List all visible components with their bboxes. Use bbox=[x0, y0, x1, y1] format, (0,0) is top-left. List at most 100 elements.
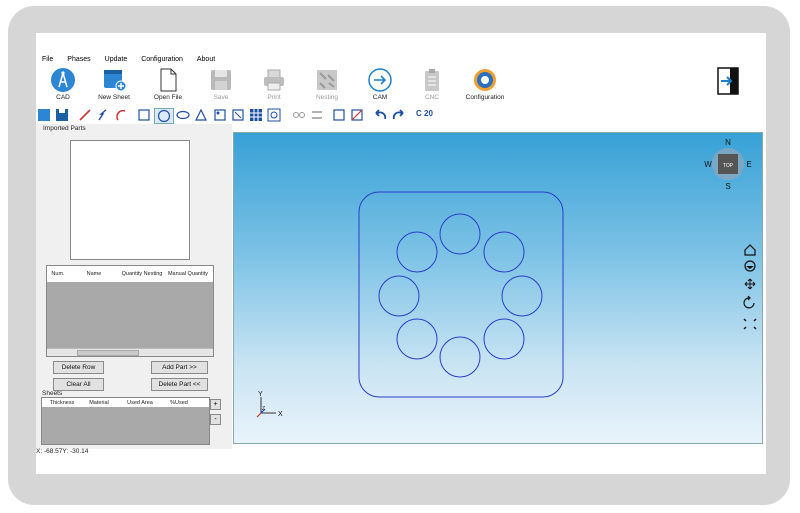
rotate-icon[interactable] bbox=[743, 295, 755, 309]
floppy-icon bbox=[208, 67, 234, 93]
compass-east[interactable]: E bbox=[746, 160, 751, 169]
col-quantity-nesting: Quantity Nesting bbox=[121, 271, 163, 277]
new-sheet-icon bbox=[101, 67, 127, 93]
axis-z-label: Z bbox=[262, 406, 265, 412]
undo-icon[interactable] bbox=[373, 108, 387, 122]
status-bar: X: -68.57Y: -30.14 bbox=[36, 445, 766, 457]
look-eye-icon[interactable] bbox=[744, 260, 756, 272]
print-button[interactable]: Print bbox=[249, 67, 299, 105]
circle-pattern-icon[interactable] bbox=[267, 108, 281, 122]
parts-horizontal-scrollbar[interactable] bbox=[47, 348, 213, 356]
polyline-tool-icon[interactable] bbox=[96, 108, 110, 122]
save-drawing-icon[interactable] bbox=[55, 108, 69, 122]
new-sheet-button[interactable]: New Sheet bbox=[89, 67, 139, 105]
rect-corner-tool-icon[interactable] bbox=[213, 108, 227, 122]
print-label: Print bbox=[267, 94, 281, 101]
compass-south[interactable]: S bbox=[725, 182, 730, 191]
hole-circle bbox=[378, 275, 420, 317]
join-icon[interactable] bbox=[292, 108, 306, 122]
grid-pattern-icon[interactable] bbox=[249, 108, 263, 122]
nesting-button[interactable]: Nesting bbox=[302, 67, 352, 105]
printer-icon bbox=[261, 67, 287, 93]
sheets-label: Sheets bbox=[42, 390, 63, 397]
cad-button[interactable]: CAD bbox=[38, 67, 88, 105]
delete-part-button[interactable]: Delete Part << bbox=[151, 378, 208, 391]
gear-icon bbox=[472, 67, 498, 93]
rect-diagonal-tool-icon[interactable] bbox=[231, 108, 245, 122]
file-icon bbox=[155, 67, 181, 93]
hole-circle bbox=[439, 336, 481, 378]
arrow-right-circle-icon bbox=[367, 67, 393, 93]
open-file-button[interactable]: Open File bbox=[143, 67, 193, 105]
drawing-canvas[interactable]: TOP N S E W Y X Z bbox=[234, 133, 762, 443]
scroll-thumb[interactable] bbox=[77, 350, 139, 356]
parts-table[interactable]: Num. Name Quantity Nesting Manual Quanti… bbox=[46, 265, 214, 357]
parts-table-header: Num. Name Quantity Nesting Manual Quanti… bbox=[47, 266, 213, 282]
nesting-icon bbox=[314, 67, 340, 93]
menu-file[interactable]: File bbox=[42, 56, 53, 63]
cad-viewport[interactable]: TOP N S E W Y X Z bbox=[233, 132, 763, 444]
compass-icon bbox=[50, 67, 76, 93]
cursor-coordinates: X: -68.57Y: -30.14 bbox=[36, 447, 89, 455]
axis-y-label: Y bbox=[258, 391, 263, 398]
pan-icon[interactable] bbox=[744, 278, 756, 290]
hole-circle bbox=[483, 318, 525, 360]
compass-west[interactable]: W bbox=[704, 160, 712, 169]
col-thickness: Thickness bbox=[49, 399, 75, 406]
col-material: Material bbox=[89, 399, 109, 406]
menu-bar: File Phases Update Configuration About bbox=[36, 53, 766, 65]
col-used-percent: %Used bbox=[170, 399, 188, 406]
save-label: Save bbox=[213, 94, 229, 101]
new-drawing-icon[interactable] bbox=[37, 108, 51, 122]
trim-icon[interactable] bbox=[350, 108, 364, 122]
add-sheet-button[interactable]: + bbox=[210, 399, 221, 410]
save-button[interactable]: Save bbox=[196, 67, 246, 105]
configuration-label: Configuration bbox=[465, 94, 505, 101]
col-name: Name bbox=[86, 271, 102, 277]
new-sheet-label: New Sheet bbox=[98, 94, 130, 101]
col-used-area: Used Area bbox=[127, 399, 153, 406]
hole-circle bbox=[483, 231, 525, 273]
fit-view-icon[interactable] bbox=[743, 318, 757, 330]
menu-configuration[interactable]: Configuration bbox=[141, 56, 183, 63]
add-part-button[interactable]: Add Part >> bbox=[151, 361, 208, 374]
exit-button[interactable] bbox=[716, 67, 740, 95]
circle-tool-icon[interactable] bbox=[154, 108, 174, 124]
cam-button[interactable]: CAM bbox=[355, 67, 405, 105]
left-panel: Imported Parts Num. Name Quantity Nestin… bbox=[36, 124, 232, 449]
hole-circle bbox=[396, 231, 438, 273]
hole-circle bbox=[501, 275, 543, 317]
app-window: File Phases Update Configuration About C… bbox=[36, 33, 766, 474]
menu-phases[interactable]: Phases bbox=[67, 56, 90, 63]
compass-north[interactable]: N bbox=[725, 138, 731, 147]
axis-x-label: X bbox=[278, 411, 283, 418]
sheets-table[interactable]: Thickness Material Used Area %Used bbox=[41, 397, 210, 445]
hole-circle bbox=[396, 318, 438, 360]
drawing-toolbar: C 20 bbox=[36, 106, 766, 124]
col-num: Num. bbox=[51, 271, 65, 277]
hole-circle bbox=[439, 213, 481, 255]
menu-update[interactable]: Update bbox=[105, 56, 128, 63]
clipboard-icon bbox=[419, 67, 445, 93]
axis-triad bbox=[256, 397, 276, 418]
select-rect-icon[interactable] bbox=[332, 108, 346, 122]
redo-icon[interactable] bbox=[392, 108, 406, 122]
split-icon[interactable] bbox=[310, 108, 324, 122]
imported-parts-label: Imported Parts bbox=[43, 125, 86, 132]
part-preview bbox=[70, 140, 190, 260]
delete-row-button[interactable]: Delete Row bbox=[53, 361, 104, 374]
cnc-button[interactable]: CNC bbox=[407, 67, 457, 105]
sheets-table-header: Thickness Material Used Area %Used bbox=[42, 398, 209, 407]
line-tool-icon[interactable] bbox=[78, 108, 92, 122]
home-view-icon[interactable] bbox=[744, 244, 756, 256]
triangle-tool-icon[interactable] bbox=[194, 108, 208, 122]
menu-about[interactable]: About bbox=[197, 56, 215, 63]
view-cube-top[interactable]: TOP bbox=[723, 163, 734, 169]
remove-sheet-button[interactable]: - bbox=[210, 414, 221, 425]
nesting-label: Nesting bbox=[315, 94, 339, 101]
c20-label[interactable]: C 20 bbox=[416, 109, 433, 118]
configuration-button[interactable]: Configuration bbox=[460, 67, 510, 105]
ellipse-tool-icon[interactable] bbox=[176, 108, 190, 122]
arc-tool-icon[interactable] bbox=[114, 108, 128, 122]
rectangle-tool-icon[interactable] bbox=[137, 108, 151, 122]
